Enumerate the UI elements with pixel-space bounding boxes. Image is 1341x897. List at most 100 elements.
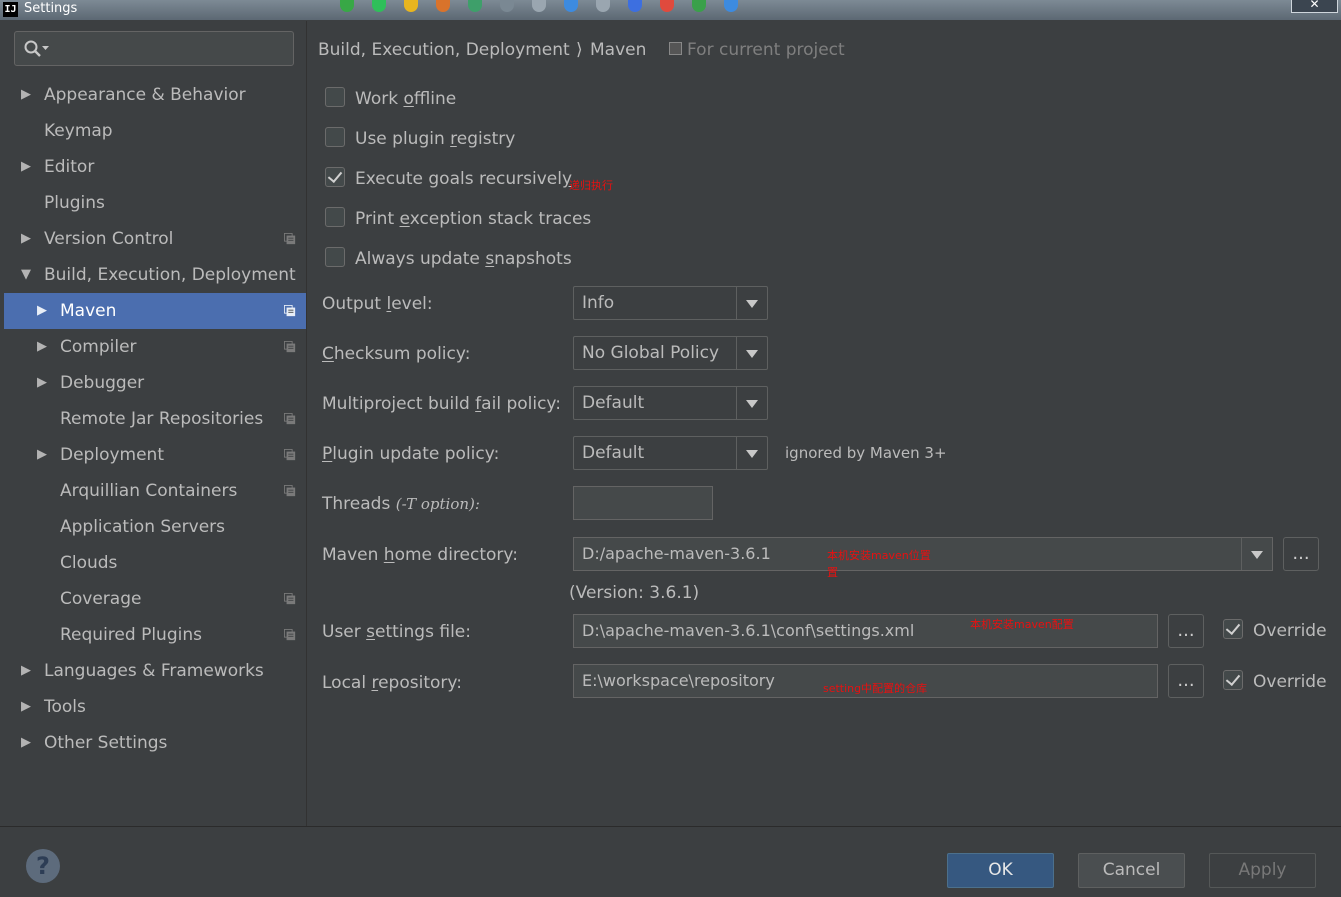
field-label-post: epository: <box>378 673 462 693</box>
sidebar-item-tools[interactable]: ▶ Tools <box>4 689 306 725</box>
chevron-down-icon <box>736 387 767 419</box>
sidebar-item-deployment[interactable]: ▶ Deployment <box>4 437 306 473</box>
checkbox-label-pre: Always update <box>355 249 486 269</box>
field-label-pre: Maven <box>322 545 384 565</box>
apply-button[interactable]: Apply <box>1209 853 1316 888</box>
sidebar-item-compiler[interactable]: ▶ Compiler <box>4 329 306 365</box>
collapsed-arrow-icon[interactable]: ▶ <box>19 653 33 689</box>
maven-version-text: (Version: 3.6.1) <box>569 583 700 603</box>
sidebar-item-keymap[interactable]: Keymap <box>4 113 306 149</box>
plugin-update-policy-label: Plugin update policy: <box>322 442 499 466</box>
checkbox-label-mnemonic: s <box>485 249 495 269</box>
sidebar-item-label: Coverage <box>60 589 142 609</box>
help-button[interactable]: ? <box>26 849 60 883</box>
sidebar-item-label: Appearance & Behavior <box>44 85 246 105</box>
sidebar-item-clouds[interactable]: Clouds <box>4 545 306 581</box>
sidebar-item-arquillian-containers[interactable]: Arquillian Containers <box>4 473 306 509</box>
checkbox-box[interactable] <box>325 207 345 227</box>
sidebar-item-build-execution-deployment[interactable]: ▼ Build, Execution, Deployment <box>4 257 306 293</box>
maven-home-value: D:/apache-maven-3.6.1 <box>582 544 771 563</box>
ok-button[interactable]: OK <box>947 853 1054 888</box>
field-label-mnemonic: C <box>322 344 334 364</box>
sidebar-item-languages-frameworks[interactable]: ▶ Languages & Frameworks <box>4 653 306 689</box>
intellij-app-icon: IJ <box>3 2 18 17</box>
cancel-button[interactable]: Cancel <box>1078 853 1185 888</box>
user-settings-override-label: Override <box>1253 621 1327 641</box>
always-update-snapshots-checkbox[interactable]: Always update snapshots <box>325 247 572 271</box>
sidebar-item-coverage[interactable]: Coverage <box>4 581 306 617</box>
checkbox-box[interactable] <box>325 127 345 147</box>
sidebar-item-version-control[interactable]: ▶ Version Control <box>4 221 306 257</box>
collapsed-arrow-icon[interactable]: ▶ <box>19 725 33 761</box>
title-bar: IJ Settings ✕ <box>0 0 1341 20</box>
collapsed-arrow-icon[interactable]: ▶ <box>35 437 49 473</box>
sidebar-item-appearance-behavior[interactable]: ▶ Appearance & Behavior <box>4 77 306 113</box>
local-repository-override-check[interactable] <box>1223 670 1243 690</box>
project-level-icon <box>284 305 296 317</box>
sidebar-item-maven[interactable]: ▶ Maven <box>4 293 306 329</box>
chevron-down-icon <box>736 437 767 469</box>
checkbox-label-pre: Work <box>355 89 404 109</box>
sidebar-item-label: Remote Jar Repositories <box>60 409 264 429</box>
local-repository-browse-button[interactable]: ... <box>1168 664 1204 698</box>
field-label-pre: Multiproject build <box>322 394 476 414</box>
plugin-update-policy-select[interactable]: Default <box>573 436 768 470</box>
checkbox-box[interactable] <box>325 247 345 267</box>
checksum-policy-select[interactable]: No Global Policy <box>573 336 768 370</box>
use-plugin-registry-checkbox[interactable]: Use plugin registry <box>325 127 515 151</box>
sidebar-item-label: Clouds <box>60 553 118 573</box>
expanded-arrow-icon[interactable]: ▼ <box>19 257 33 293</box>
work-offline-checkbox[interactable]: Work offline <box>325 87 456 111</box>
window-close-button[interactable]: ✕ <box>1291 0 1338 13</box>
collapsed-arrow-icon[interactable]: ▶ <box>19 689 33 725</box>
print-exception-stack-traces-checkbox[interactable]: Print exception stack traces <box>325 207 591 231</box>
field-label-post: lugin update policy: <box>332 444 500 464</box>
field-label-post: ettings file: <box>375 622 471 642</box>
sidebar-item-required-plugins[interactable]: Required Plugins <box>4 617 306 653</box>
checkbox-label-post: ffline <box>413 89 457 109</box>
field-label-post: ail policy: <box>481 394 561 414</box>
sidebar-item-remote-jar-repositories[interactable]: Remote Jar Repositories <box>4 401 306 437</box>
collapsed-arrow-icon[interactable]: ▶ <box>35 365 49 401</box>
project-level-icon <box>284 413 296 425</box>
sidebar-item-plugins[interactable]: Plugins <box>4 185 306 221</box>
collapsed-arrow-icon[interactable]: ▶ <box>19 221 33 257</box>
field-label-post: evel: <box>391 294 433 314</box>
sidebar-item-other-settings[interactable]: ▶ Other Settings <box>4 725 306 761</box>
user-settings-browse-button[interactable]: ... <box>1168 614 1204 648</box>
checkbox-label-post: egistry <box>456 129 516 149</box>
execute-goals-recursively-checkbox[interactable]: Execute goals recursively <box>325 167 572 191</box>
settings-search-input[interactable] <box>14 31 294 66</box>
sidebar-item-label: Keymap <box>44 121 113 141</box>
close-icon: ✕ <box>1309 0 1320 11</box>
checkbox-label-pre: Use plugin <box>355 129 451 149</box>
sidebar-item-label: Compiler <box>60 337 137 357</box>
user-settings-override-checkbox[interactable]: Override <box>1223 619 1327 643</box>
collapsed-arrow-icon[interactable]: ▶ <box>19 77 33 113</box>
background-taskbar-icons <box>340 0 800 12</box>
field-label-mnemonic: P <box>322 444 333 464</box>
sidebar-item-application-servers[interactable]: Application Servers <box>4 509 306 545</box>
maven-home-browse-button[interactable]: ... <box>1283 537 1319 571</box>
local-repository-override-checkbox[interactable]: Override <box>1223 670 1327 694</box>
threads-input[interactable] <box>573 486 713 520</box>
checkbox-label-pre: Execute goals recursivel <box>355 169 562 189</box>
checkbox-box[interactable] <box>325 167 345 187</box>
annotation-local-repo: setting中配置的仓库 <box>823 682 928 695</box>
user-settings-override-check[interactable] <box>1223 619 1243 639</box>
collapsed-arrow-icon[interactable]: ▶ <box>19 149 33 185</box>
checksum-policy-label: Checksum policy: <box>322 342 470 366</box>
checkbox-box[interactable] <box>325 87 345 107</box>
collapsed-arrow-icon[interactable]: ▶ <box>35 329 49 365</box>
sidebar-item-label: Version Control <box>44 229 174 249</box>
multiproject-fail-policy-select[interactable]: Default <box>573 386 768 420</box>
breadcrumb-current: Maven <box>590 40 647 60</box>
search-icon <box>24 40 49 57</box>
sidebar-item-debugger[interactable]: ▶ Debugger <box>4 365 306 401</box>
user-settings-label: User settings file: <box>322 620 471 644</box>
sidebar-item-label: Maven <box>60 301 117 321</box>
output-level-select[interactable]: Info <box>573 286 768 320</box>
window-title: Settings <box>24 1 78 16</box>
collapsed-arrow-icon[interactable]: ▶ <box>35 293 49 329</box>
sidebar-item-editor[interactable]: ▶ Editor <box>4 149 306 185</box>
